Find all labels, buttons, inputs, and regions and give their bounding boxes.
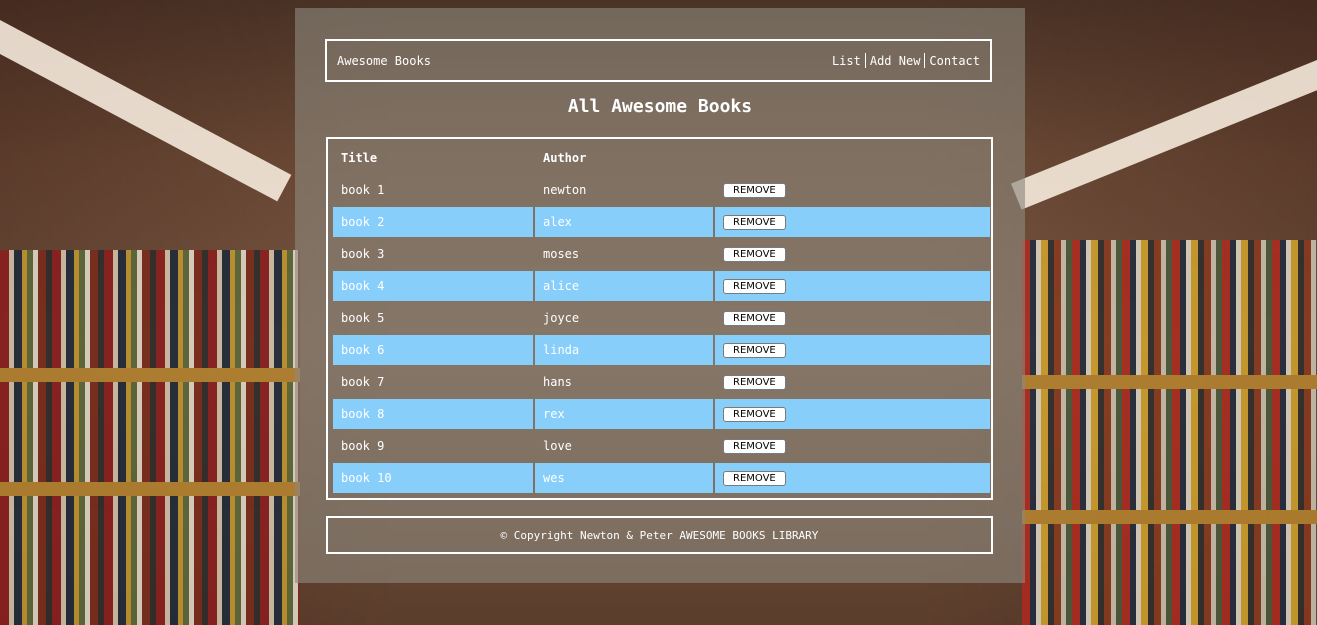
table-row: book 8 rex REMOVE: [333, 399, 990, 429]
ceiling-light-left: [0, 20, 292, 202]
nav-link-contact[interactable]: Contact: [925, 54, 980, 68]
book-author: joyce: [543, 311, 580, 325]
book-title: book 4: [333, 271, 533, 301]
column-header-action: [715, 143, 990, 173]
book-title: book 3: [341, 247, 385, 261]
remove-button[interactable]: REMOVE: [723, 279, 786, 294]
nav-link-list[interactable]: List: [828, 54, 865, 68]
table-row: book 2 alex REMOVE: [333, 207, 990, 237]
action-cell: REMOVE: [715, 367, 990, 397]
book-author: wes: [535, 463, 713, 493]
nav-link-add-new[interactable]: Add New: [866, 54, 925, 68]
book-title: book 5: [341, 311, 385, 325]
remove-button[interactable]: REMOVE: [723, 343, 786, 358]
book-title: book 8: [333, 399, 533, 429]
action-cell: REMOVE: [715, 175, 990, 205]
remove-button[interactable]: REMOVE: [723, 215, 786, 230]
action-cell: REMOVE: [715, 335, 990, 365]
book-title: book 10: [333, 463, 533, 493]
remove-button[interactable]: REMOVE: [723, 183, 786, 198]
footer: © Copyright Newton & Peter AWESOME BOOKS…: [326, 516, 993, 554]
table-row: book 9 love REMOVE: [333, 431, 990, 461]
table-row: book 1 newton REMOVE: [333, 175, 990, 205]
brand-title: Awesome Books: [337, 53, 431, 68]
main-panel: Awesome Books List Add New Contact All A…: [295, 8, 1025, 583]
remove-button[interactable]: REMOVE: [723, 375, 786, 390]
action-cell: REMOVE: [715, 463, 990, 493]
table-row: book 6 linda REMOVE: [333, 335, 990, 365]
ceiling-light-right: [1011, 60, 1317, 210]
book-title: book 1: [341, 183, 385, 197]
table-row: book 4 alice REMOVE: [333, 271, 990, 301]
column-header-title: Title: [341, 151, 378, 165]
navbar: Awesome Books List Add New Contact: [325, 39, 992, 82]
table-row: book 10 wes REMOVE: [333, 463, 990, 493]
book-title: book 9: [341, 439, 385, 453]
nav-links: List Add New Contact: [828, 53, 980, 68]
books-table: Title Author book 1 newton REMOVE book 2…: [331, 141, 992, 495]
book-author: moses: [543, 247, 580, 261]
book-author: love: [543, 439, 572, 453]
action-cell: REMOVE: [715, 303, 990, 333]
bookshelf-right-background: [1022, 240, 1317, 625]
book-author: alex: [535, 207, 713, 237]
book-author: hans: [543, 375, 572, 389]
table-row: book 7 hans REMOVE: [333, 367, 990, 397]
action-cell: REMOVE: [715, 239, 990, 269]
book-author: alice: [535, 271, 713, 301]
book-author: rex: [535, 399, 713, 429]
remove-button[interactable]: REMOVE: [723, 247, 786, 262]
book-author: newton: [543, 183, 587, 197]
action-cell: REMOVE: [715, 207, 990, 237]
action-cell: REMOVE: [715, 431, 990, 461]
table-row: book 3 moses REMOVE: [333, 239, 990, 269]
book-author: linda: [535, 335, 713, 365]
books-list-box: Title Author book 1 newton REMOVE book 2…: [326, 137, 993, 500]
column-header-author: Author: [543, 151, 587, 165]
book-title: book 6: [333, 335, 533, 365]
page-title: All Awesome Books: [567, 96, 753, 117]
action-cell: REMOVE: [715, 399, 990, 429]
copyright-text: © Copyright Newton & Peter AWESOME BOOKS…: [500, 528, 819, 542]
table-header-row: Title Author: [333, 143, 990, 173]
remove-button[interactable]: REMOVE: [723, 439, 786, 454]
action-cell: REMOVE: [715, 271, 990, 301]
bookshelf-left-background: [0, 250, 300, 625]
remove-button[interactable]: REMOVE: [723, 471, 786, 486]
book-title: book 2: [333, 207, 533, 237]
book-title: book 7: [341, 375, 385, 389]
remove-button[interactable]: REMOVE: [723, 311, 786, 326]
table-row: book 5 joyce REMOVE: [333, 303, 990, 333]
remove-button[interactable]: REMOVE: [723, 407, 786, 422]
